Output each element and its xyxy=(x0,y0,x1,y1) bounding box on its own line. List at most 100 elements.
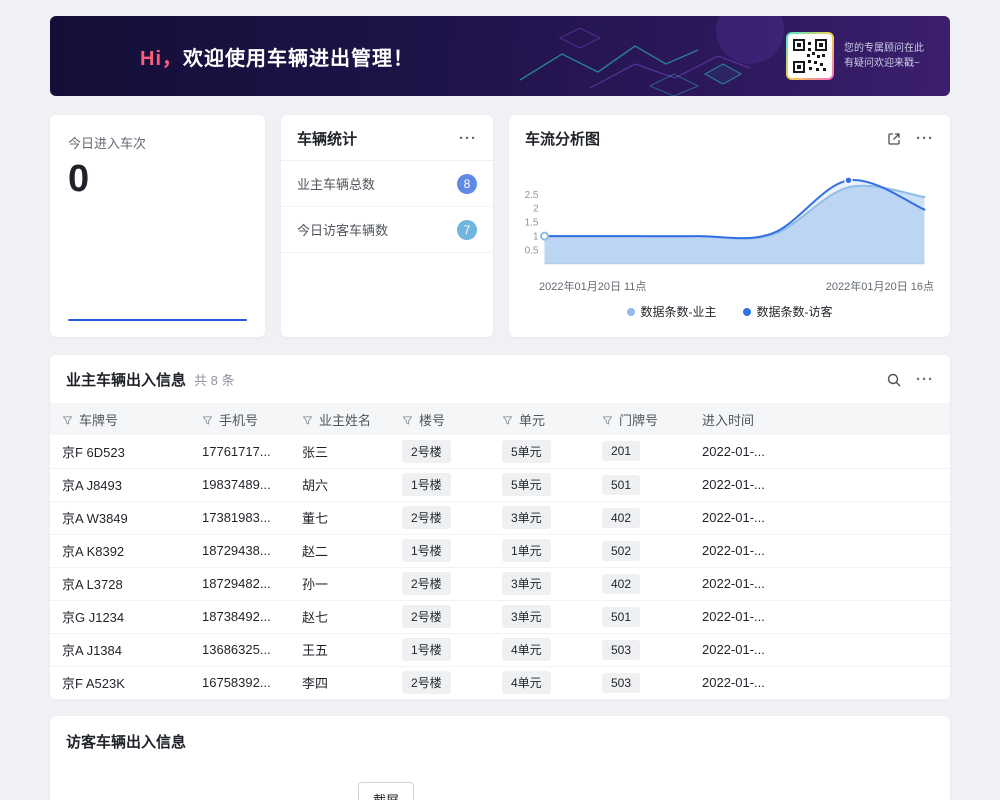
cell-unit: 4单元 xyxy=(490,633,590,666)
cell-phone: 19837489... xyxy=(190,468,290,501)
column-header-1[interactable]: 车牌号 xyxy=(50,403,190,435)
column-header-2[interactable]: 手机号 xyxy=(190,403,290,435)
table-row[interactable]: 京A W384917381983...董七2号楼3单元4022022-01-..… xyxy=(50,501,950,534)
cell-building: 1号楼 xyxy=(390,633,490,666)
tag-unit: 4单元 xyxy=(502,671,551,694)
column-label: 进入时间 xyxy=(702,413,754,428)
table-row[interactable]: 京A L372818729482...孙一2号楼3单元4022022-01-..… xyxy=(50,567,950,600)
filter-icon xyxy=(62,415,73,426)
cell-time: 2022-01-... xyxy=(690,600,790,633)
tag-unit: 3单元 xyxy=(502,506,551,529)
export-icon[interactable] xyxy=(886,131,902,147)
column-label: 门牌号 xyxy=(619,413,658,428)
filter-icon xyxy=(502,415,513,426)
cell-filler xyxy=(790,534,950,567)
cell-filler xyxy=(790,666,950,699)
advisor-line-1: 您的专属顾问在此 xyxy=(844,41,924,56)
tag-door: 402 xyxy=(602,508,640,528)
stat-count-badge: 7 xyxy=(457,220,477,240)
column-label: 业主姓名 xyxy=(319,413,371,428)
y-tick-label: 0.5 xyxy=(525,246,539,257)
stat-item-label: 业主车辆总数 xyxy=(297,174,457,193)
cell-name: 孙一 xyxy=(290,567,390,600)
table-row[interactable]: 京A J849319837489...胡六1号楼5单元5012022-01-..… xyxy=(50,468,950,501)
cell-building: 1号楼 xyxy=(390,534,490,567)
chart-legend: 数据条数-业主 数据条数-访客 xyxy=(509,303,950,320)
cell-building: 2号楼 xyxy=(390,435,490,468)
owner-table-title: 业主车辆出入信息 xyxy=(66,369,186,390)
y-tick-label: 2.5 xyxy=(525,190,539,201)
chart-x-axis: 2022年01月20日 11点 2022年01月20日 16点 xyxy=(509,278,950,294)
dashboard-page: Hi，欢迎使用车辆进出管理！ xyxy=(0,0,1000,800)
stat-item[interactable]: 业主车辆总数8 xyxy=(281,161,493,207)
banner-greeting-text: 欢迎使用车辆进出管理！ xyxy=(183,48,414,70)
column-header-6[interactable]: 门牌号 xyxy=(590,403,690,435)
owner-table-header: 业主车辆出入信息 共 8 条 ··· xyxy=(50,355,950,403)
chart-card-header: 车流分析图 ··· xyxy=(509,115,950,160)
cell-plate: 京A W3849 xyxy=(50,501,190,534)
cell-plate: 京F 6D523 xyxy=(50,435,190,468)
qr-code-frame xyxy=(786,32,834,80)
cell-filler xyxy=(790,600,950,633)
cell-time: 2022-01-... xyxy=(690,633,790,666)
search-icon[interactable] xyxy=(886,372,902,388)
table-row[interactable]: 京A J138413686325...王五1号楼4单元5032022-01-..… xyxy=(50,633,950,666)
tag-building: 2号楼 xyxy=(402,572,451,595)
legend-dot xyxy=(627,308,635,316)
owner-table-head-row: 车牌号手机号 业主姓名 楼号 单元 门牌号 进入时间 xyxy=(50,403,950,435)
tag-door: 201 xyxy=(602,441,640,461)
visitor-table-title: 访客车辆出入信息 xyxy=(66,731,186,752)
stats-list: 业主车辆总数8今日访客车辆数7 xyxy=(281,161,493,253)
column-header-3[interactable]: 业主姓名 xyxy=(290,403,390,435)
tag-building: 1号楼 xyxy=(402,638,451,661)
legend-item[interactable]: 数据条数-业主 xyxy=(627,303,717,320)
cell-plate: 京A J1384 xyxy=(50,633,190,666)
filter-icon xyxy=(402,415,413,426)
chart-card-title: 车流分析图 xyxy=(525,128,886,149)
legend-item[interactable]: 数据条数-访客 xyxy=(743,303,833,320)
table-row[interactable]: 京F 6D52317761717...张三2号楼5单元2012022-01-..… xyxy=(50,435,950,468)
cell-name: 董七 xyxy=(290,501,390,534)
today-entries-card: 今日进入车次 0 xyxy=(50,115,265,337)
cell-name: 李四 xyxy=(290,666,390,699)
column-label: 单元 xyxy=(519,413,545,428)
more-menu-icon[interactable]: ··· xyxy=(916,372,934,387)
screenshot-button[interactable]: 截屏 xyxy=(358,782,414,800)
advisor-block: 您的专属顾问在此 有疑问欢迎来戳~ xyxy=(786,32,924,80)
table-row[interactable]: 京A K839218729438...赵二1号楼1单元5022022-01-..… xyxy=(50,534,950,567)
table-row[interactable]: 京G J123418738492...赵七2号楼3单元5012022-01-..… xyxy=(50,600,950,633)
cell-time: 2022-01-... xyxy=(690,468,790,501)
advisor-text: 您的专属顾问在此 有疑问欢迎来戳~ xyxy=(844,41,924,71)
data-point-marker xyxy=(845,177,852,184)
data-point-marker xyxy=(541,233,548,240)
stats-card-title: 车辆统计 xyxy=(297,128,459,149)
cell-unit: 1单元 xyxy=(490,534,590,567)
column-header-7[interactable]: 进入时间 xyxy=(690,403,790,435)
cell-plate: 京A K8392 xyxy=(50,534,190,567)
tag-building: 2号楼 xyxy=(402,440,451,463)
cell-phone: 18738492... xyxy=(190,600,290,633)
tag-door: 502 xyxy=(602,541,640,561)
column-header-5[interactable]: 单元 xyxy=(490,403,590,435)
cell-door: 503 xyxy=(590,633,690,666)
cell-building: 2号楼 xyxy=(390,666,490,699)
cell-unit: 4单元 xyxy=(490,666,590,699)
owner-table-count: 共 8 条 xyxy=(194,370,234,389)
cell-phone: 17761717... xyxy=(190,435,290,468)
visitor-table-card: 访客车辆出入信息 截屏 xyxy=(50,716,950,800)
more-menu-icon[interactable]: ··· xyxy=(459,131,477,146)
tag-unit: 4单元 xyxy=(502,638,551,661)
cell-door: 501 xyxy=(590,468,690,501)
column-header-4[interactable]: 楼号 xyxy=(390,403,490,435)
tag-building: 2号楼 xyxy=(402,671,451,694)
cell-unit: 3单元 xyxy=(490,600,590,633)
table-row[interactable]: 京F A523K16758392...李四2号楼4单元5032022-01-..… xyxy=(50,666,950,699)
more-menu-icon[interactable]: ··· xyxy=(916,131,934,146)
qr-code[interactable] xyxy=(788,34,832,78)
vehicle-stats-card: 车辆统计 ··· 业主车辆总数8今日访客车辆数7 xyxy=(281,115,493,337)
cell-unit: 5单元 xyxy=(490,435,590,468)
filter-icon xyxy=(602,415,613,426)
cards-row: 今日进入车次 0 车辆统计 ··· 业主车辆总数8今日访客车辆数7 车流分析图 xyxy=(50,115,950,337)
y-tick-label: 1.5 xyxy=(525,218,539,229)
stat-item[interactable]: 今日访客车辆数7 xyxy=(281,207,493,253)
